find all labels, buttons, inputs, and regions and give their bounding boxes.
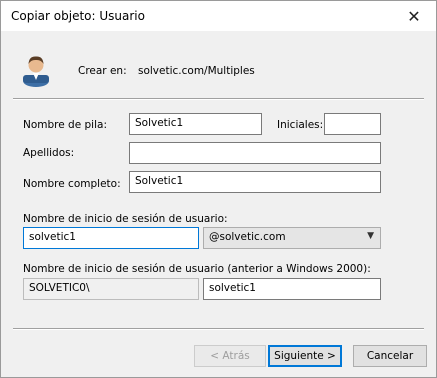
create-in-label: Crear en: [78,65,127,77]
create-in-value: solvetic.com/Multiples [138,65,255,77]
upn-suffix-value: @solvetic.com [209,231,286,243]
user-icon [23,56,49,87]
header-panel: Crear en: solvetic.com/Multiples [1,31,436,96]
pre2000-logon-label: Nombre de inicio de sesión de usuario (a… [23,263,371,275]
close-button[interactable]: ✕ [392,1,436,31]
last-name-input[interactable] [129,142,381,164]
pre2000-domain-field: SOLVETIC0\ [23,278,199,300]
back-button[interactable]: < Atrás [194,345,266,367]
window-title: Copiar objeto: Usuario [11,9,145,23]
upn-suffix-dropdown[interactable]: @solvetic.com ▼ [203,227,381,249]
bottom-divider [13,328,424,330]
initials-label: Iniciales: [277,119,324,131]
next-button[interactable]: Siguiente > [268,345,342,367]
title-bar: Copiar objeto: Usuario ✕ [1,1,436,31]
chevron-down-icon: ▼ [367,231,374,241]
close-icon: ✕ [407,6,421,26]
last-name-label: Apellidos: [23,147,75,159]
first-name-input[interactable]: Solvetic1 [129,113,262,135]
full-name-input[interactable]: Solvetic1 [129,171,381,193]
full-name-label: Nombre completo: [23,178,121,190]
initials-input[interactable] [324,113,381,135]
pre2000-logon-input[interactable]: solvetic1 [203,278,381,300]
top-divider [13,98,424,100]
first-name-label: Nombre de pila: [23,119,107,131]
copy-user-dialog: Copiar objeto: Usuario ✕ Crear en: solve… [0,0,437,378]
logon-name-label: Nombre de inicio de sesión de usuario: [23,213,228,225]
logon-name-input[interactable]: solvetic1 [23,227,199,249]
cancel-button[interactable]: Cancelar [353,345,427,367]
